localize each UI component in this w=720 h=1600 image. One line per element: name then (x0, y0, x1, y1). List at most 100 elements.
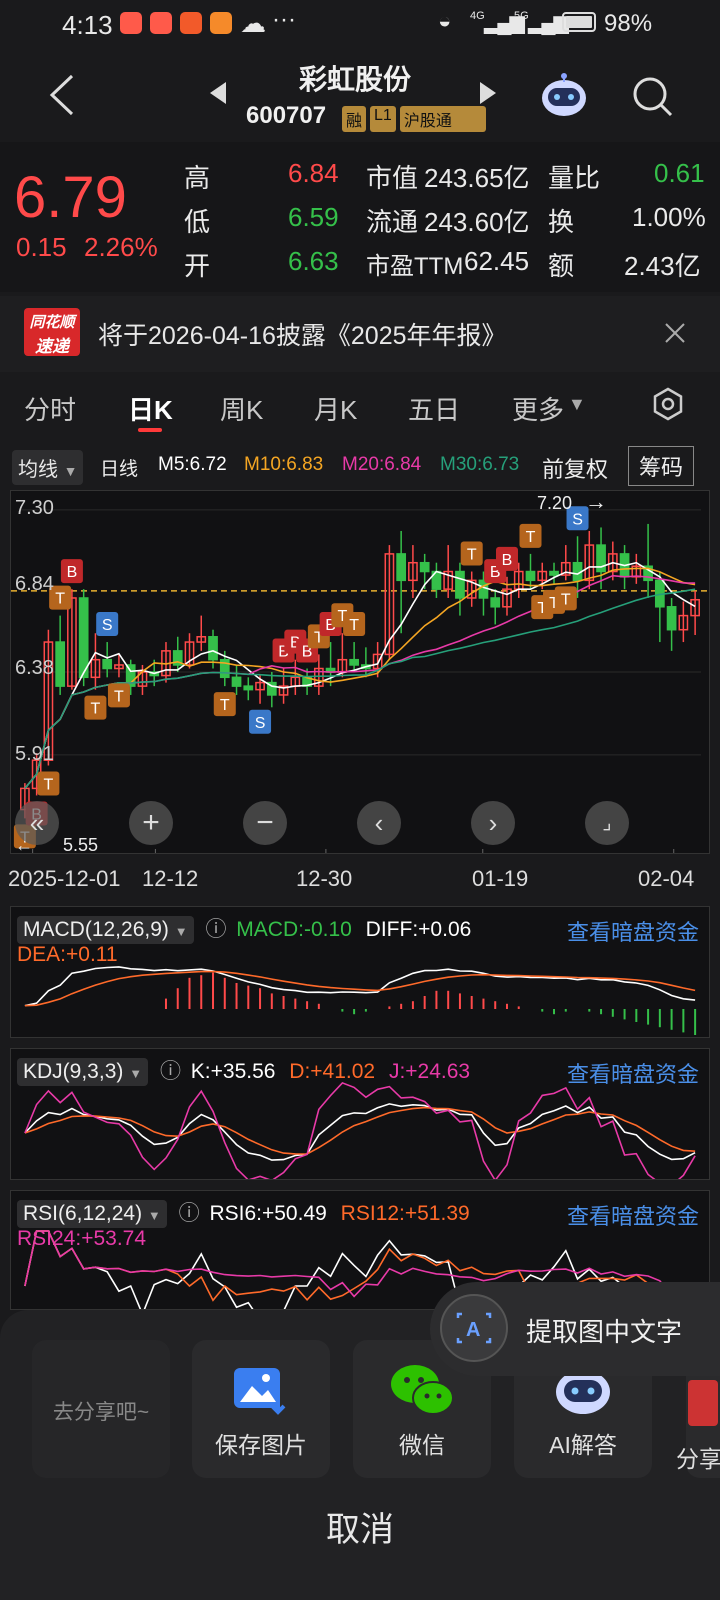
amount-label: 额 (548, 251, 575, 281)
candle-body (396, 553, 407, 582)
svg-text:T: T (561, 591, 571, 608)
notice-text: 将于2026-04-16披露《2025年年报》 (98, 322, 507, 350)
app-notification-icon (210, 12, 232, 34)
mktcap-label: 市值 (366, 163, 419, 193)
period-tabs: 分时 日K 周K 月K 五日 更多 ▼ (0, 378, 720, 436)
turnover-label: 换 (548, 207, 575, 237)
stock-name: 彩虹股份 (298, 64, 411, 95)
indicator-type-dropdown[interactable]: 均线 ▼ (12, 450, 84, 485)
svg-text:B: B (502, 552, 513, 569)
macd-panel[interactable]: MACD(12,26,9) ▼ ⓘ MACD:-0.10 DIFF:+0.06 … (10, 906, 710, 1038)
ocr-label: 提取图中文字 (526, 1317, 683, 1347)
signal-marker-s[interactable]: S (96, 612, 119, 637)
ma-legend-bar: 均线 ▼ 日线 M5:6.72 M10:6.83 M20:6.84 M30:6.… (0, 440, 720, 490)
save-image-button[interactable]: 保存图片 (192, 1340, 330, 1478)
signal-marker-t[interactable]: T (343, 612, 366, 637)
app-notification-icon (180, 12, 202, 34)
robot-assistant-icon[interactable] (538, 70, 590, 120)
tab-five-day[interactable]: 五日 (408, 390, 460, 427)
scroll-left-icon[interactable]: « (15, 801, 59, 845)
status-time: 4:13 (62, 10, 113, 40)
move-left-icon[interactable]: ‹ (357, 801, 401, 845)
more-dots: ··· (272, 6, 296, 33)
candle-body (525, 570, 536, 582)
badge-connect: 沪股通 (399, 106, 486, 132)
candlestick-chart[interactable]: TBTTBTSTTSBBBTBTTTBBTTTTS 7.30 6.84 6.38… (10, 489, 710, 855)
wifi-icon: ◒ (438, 8, 452, 33)
search-icon[interactable] (630, 74, 674, 118)
candle-body (455, 570, 465, 599)
share-preview: 去分享吧~ (32, 1340, 170, 1478)
x-tick-label: 12-30 (296, 866, 353, 891)
svg-text:T: T (91, 701, 101, 718)
ma20-line (24, 574, 696, 789)
pe-value: 62.45 (464, 246, 530, 276)
notice-logo: 同花顺 速递 (24, 308, 80, 356)
zoom-in-icon[interactable]: + (129, 801, 173, 845)
share-more-label: 分享 (676, 1446, 720, 1472)
settings-icon[interactable] (650, 386, 686, 422)
save-image-icon (234, 1368, 286, 1415)
cancel-button[interactable]: 取消 (0, 1502, 720, 1551)
tab-more[interactable]: 更多 (512, 390, 564, 427)
ma20-value: M20:6.84 (342, 454, 422, 475)
signal-marker-t[interactable]: T (460, 541, 483, 566)
price-change-pct: 2.26% (84, 232, 158, 262)
close-icon[interactable] (664, 322, 686, 344)
candle-body (549, 570, 559, 576)
next-stock-icon[interactable] (478, 80, 498, 106)
wechat-label: 微信 (399, 1432, 445, 1458)
signal-marker-t[interactable]: T (107, 683, 130, 708)
signal-marker-b[interactable]: B (60, 559, 83, 584)
prev-stock-icon[interactable] (208, 80, 228, 106)
chevron-down-icon: ▼ (568, 394, 586, 414)
x-tick-label: 2025-12-01 (8, 866, 121, 891)
notice-banner[interactable]: 同花顺 速递 将于2026-04-16披露《2025年年报》 (0, 296, 720, 372)
stock-header: 彩虹股份 600707 融 L1 沪股通 (0, 50, 720, 142)
open-label: 开 (184, 251, 211, 281)
svg-text:T: T (220, 697, 230, 714)
tab-week-k[interactable]: 周K (220, 390, 263, 427)
low-label: 低 (184, 207, 211, 237)
low-annotation: 5.55 (63, 835, 99, 855)
signal-marker-t[interactable]: T (519, 523, 542, 548)
badge-margin: 融 (342, 106, 367, 132)
ma5-value: M5:6.72 (158, 454, 227, 475)
y-tick-label: 7.30 (15, 497, 54, 519)
stock-code: 600707 (246, 102, 327, 129)
chips-button[interactable]: 筹码 (628, 446, 695, 486)
back-icon[interactable] (44, 72, 80, 118)
quote-panel: 6.79 0.15 2.26% 高 6.84 低 6.59 开 6.63 市值 … (0, 142, 720, 292)
y-tick-label: 6.38 (15, 657, 54, 679)
tab-month-k[interactable]: 月K (314, 390, 357, 427)
battery-icon (562, 12, 596, 32)
high-arrow: → (585, 489, 607, 514)
svg-text:T: T (114, 688, 124, 705)
candle-body (349, 658, 359, 666)
candle-body (102, 658, 113, 670)
mktcap-value: 243.65亿 (424, 163, 530, 193)
app-notification-icon (150, 12, 172, 34)
j-line (24, 1081, 696, 1179)
adjust-mode[interactable]: 前复权 (542, 452, 608, 484)
candle-body (208, 636, 218, 661)
high-annotation: 7.20 (537, 493, 573, 513)
signal-marker-s[interactable]: S (249, 709, 272, 734)
x-tick-label: 01-19 (472, 866, 529, 891)
svg-text:T: T (55, 591, 65, 608)
move-right-icon[interactable]: › (471, 801, 515, 845)
tab-day-k[interactable]: 日K (128, 390, 173, 427)
kdj-panel[interactable]: KDJ(9,3,3) ▼ ⓘ K:+35.56 D:+41.02 J:+24.6… (10, 1048, 710, 1180)
fullscreen-icon[interactable]: ⌟ (585, 801, 629, 845)
tab-timeshare[interactable]: 分时 (24, 390, 76, 427)
signal-marker-t[interactable]: T (554, 586, 577, 611)
signal-marker-t[interactable]: T (37, 771, 60, 796)
signal-marker-b[interactable]: B (495, 546, 518, 571)
signal-marker-t[interactable]: T (213, 692, 236, 717)
svg-text:B: B (67, 564, 78, 581)
zoom-out-icon[interactable]: − (243, 801, 287, 845)
kdj-svg (24, 1081, 696, 1179)
signal-marker-t[interactable]: T (84, 695, 107, 720)
extract-text-button[interactable]: A 提取图中文字 (430, 1282, 720, 1376)
svg-text:S: S (102, 617, 113, 634)
